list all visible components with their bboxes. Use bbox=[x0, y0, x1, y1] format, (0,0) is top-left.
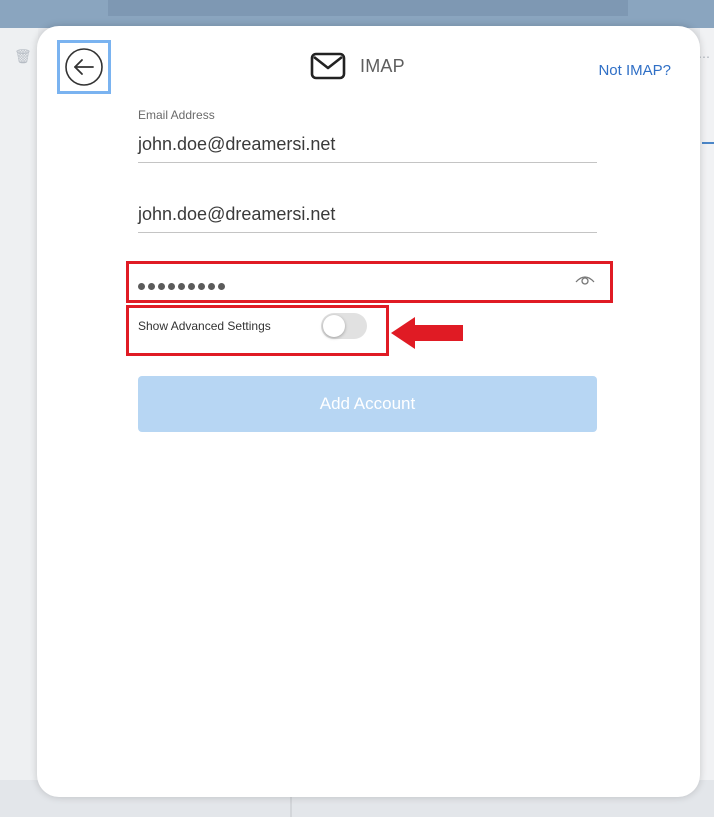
background-toolbar bbox=[0, 0, 714, 28]
background-accent-line bbox=[702, 142, 714, 144]
email-field[interactable]: john.doe@dreamersi.net bbox=[138, 134, 335, 155]
red-arrow-icon bbox=[391, 317, 463, 349]
advanced-settings-highlight-box bbox=[126, 305, 389, 356]
page-title: IMAP bbox=[360, 55, 405, 76]
account-setup-sheet: IMAP Not IMAP? Email Address john.doe@dr… bbox=[37, 26, 700, 797]
add-account-button[interactable]: Add Account bbox=[138, 376, 597, 432]
back-arrow-icon bbox=[65, 48, 103, 86]
email-field-underline bbox=[138, 162, 597, 163]
password-highlight-box bbox=[126, 261, 613, 303]
background-sidebar bbox=[0, 28, 38, 817]
header-title-group: IMAP bbox=[310, 52, 405, 80]
mail-envelope-icon bbox=[310, 52, 346, 80]
email-address-label: Email Address bbox=[138, 108, 215, 122]
not-imap-link[interactable]: Not IMAP? bbox=[598, 62, 671, 79]
background-right-pane bbox=[700, 28, 714, 817]
trash-icon: 🗑 bbox=[14, 48, 32, 64]
username-field[interactable]: john.doe@dreamersi.net bbox=[138, 204, 335, 225]
username-field-underline bbox=[138, 232, 597, 233]
back-button[interactable] bbox=[57, 40, 111, 94]
